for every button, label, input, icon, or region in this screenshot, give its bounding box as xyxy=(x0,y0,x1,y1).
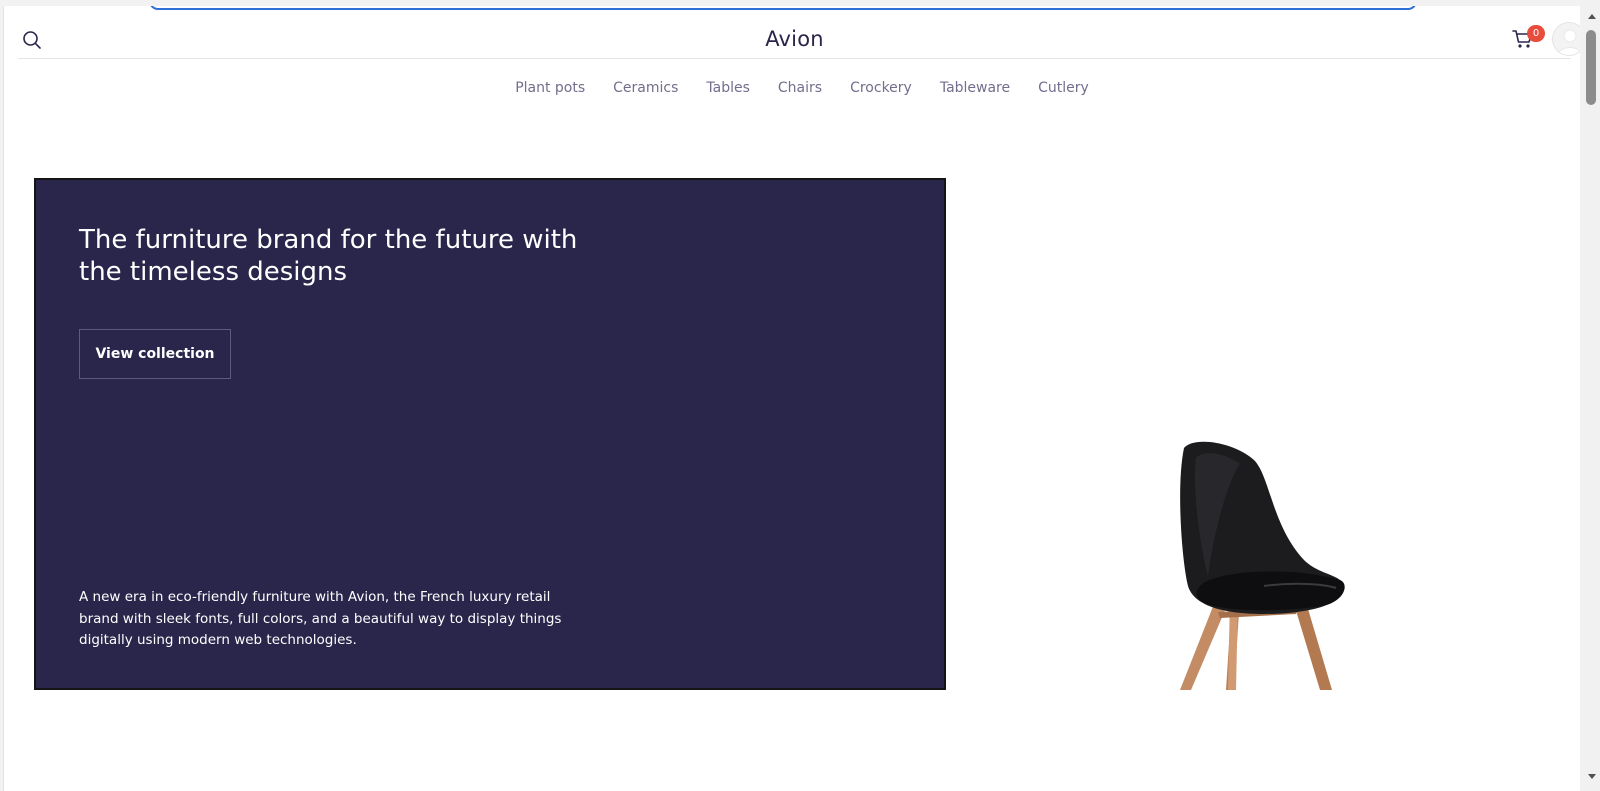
nav-item-plant-pots[interactable]: Plant pots xyxy=(515,80,585,96)
cart-count-badge: 0 xyxy=(1527,25,1545,42)
hero-banner: The furniture brand for the future with … xyxy=(34,178,946,690)
nav-item-crockery[interactable]: Crockery xyxy=(850,80,912,96)
nav-item-ceramics[interactable]: Ceramics xyxy=(613,80,678,96)
hero-description: A new era in eco-friendly furniture with… xyxy=(79,589,562,648)
scroll-up-arrow-icon[interactable] xyxy=(1588,14,1596,19)
nav-item-chairs[interactable]: Chairs xyxy=(778,80,822,96)
site-header: Avion 0 xyxy=(18,6,1580,59)
user-avatar[interactable] xyxy=(1552,22,1580,56)
user-icon xyxy=(1557,29,1580,55)
scrollbar-thumb[interactable] xyxy=(1586,30,1596,105)
hero-title: The furniture brand for the future with … xyxy=(79,225,578,287)
brand-logo[interactable]: Avion xyxy=(18,27,1571,51)
nav-item-tableware[interactable]: Tableware xyxy=(940,80,1010,96)
category-nav: Plant pots Ceramics Tables Chairs Crocke… xyxy=(4,80,1580,96)
view-collection-button[interactable]: View collection xyxy=(79,329,231,379)
nav-item-tables[interactable]: Tables xyxy=(706,80,750,96)
scroll-down-arrow-icon[interactable] xyxy=(1588,774,1596,779)
nav-item-cutlery[interactable]: Cutlery xyxy=(1038,80,1089,96)
vertical-scrollbar[interactable] xyxy=(1582,0,1600,791)
hero-chair-image xyxy=(1144,436,1374,690)
black-chair-image xyxy=(1180,441,1345,690)
page-viewport: Avion 0 Plant pots Ceramics Tables Chair… xyxy=(3,6,1580,791)
